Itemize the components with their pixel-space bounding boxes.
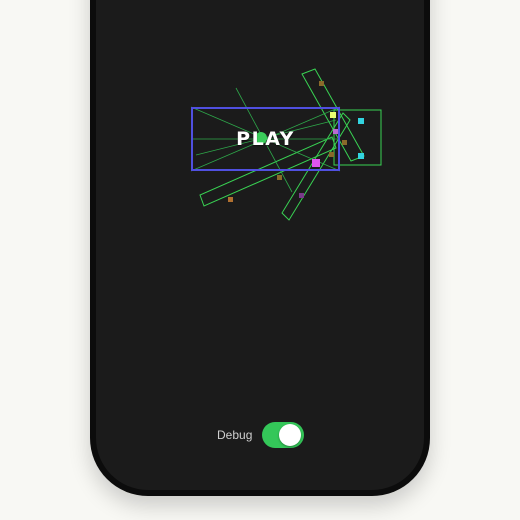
debug-marker xyxy=(228,197,233,202)
debug-toggle[interactable] xyxy=(262,422,305,448)
stage: PLAY Debug xyxy=(0,0,520,520)
toggle-knob xyxy=(279,424,302,446)
phone-screen: PLAY Debug xyxy=(96,0,424,490)
debug-marker xyxy=(319,81,324,86)
play-button-label: PLAY xyxy=(236,128,295,150)
debug-marker xyxy=(277,175,282,180)
debug-marker xyxy=(358,153,364,159)
debug-collider-box xyxy=(333,109,382,166)
debug-label: Debug xyxy=(217,428,253,442)
physics-debug-overlay xyxy=(190,68,382,221)
debug-marker xyxy=(299,193,304,198)
debug-marker xyxy=(358,118,364,124)
play-button[interactable]: PLAY xyxy=(191,107,340,171)
debug-marker xyxy=(342,140,347,145)
debug-toggle-row: Debug xyxy=(217,421,305,449)
phone-frame: PLAY Debug xyxy=(90,0,430,496)
